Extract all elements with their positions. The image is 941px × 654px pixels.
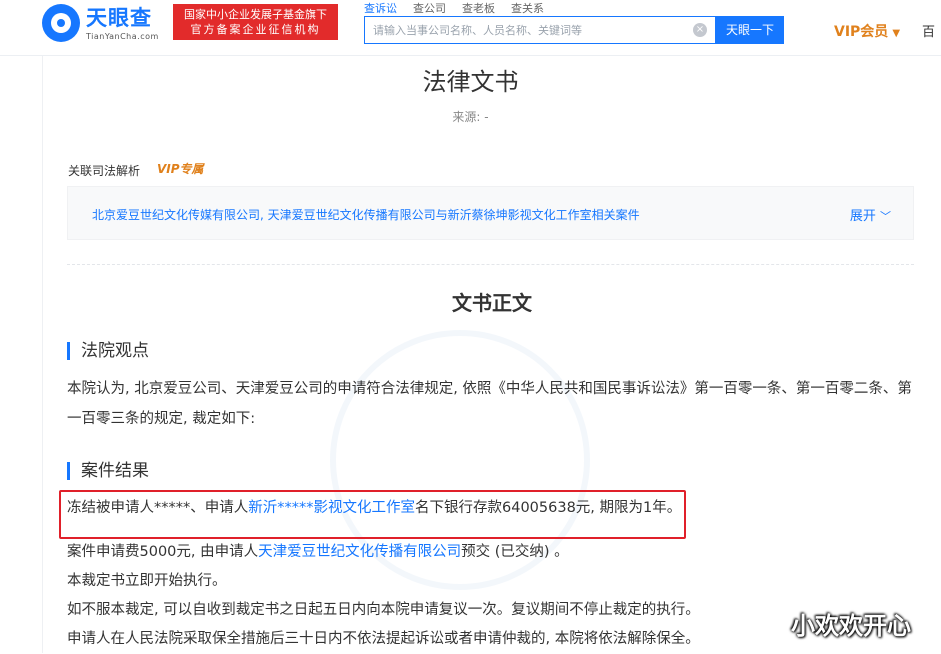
- vip-member-menu[interactable]: VIP会员 ▼: [834, 21, 900, 41]
- court-view-line1: 本院认为, 北京爱豆公司、天津爱豆公司的申请符合法律规定, 依照《中华人民共和国…: [67, 381, 912, 397]
- divider: [67, 264, 914, 265]
- tianyancha-logo[interactable]: 天眼查 TianYanCha.com: [42, 4, 159, 42]
- court-view-text: 本院认为, 北京爱豆公司、天津爱豆公司的申请符合法律规定, 依照《中华人民共和国…: [67, 374, 917, 434]
- result-paragraph-3: 本裁定书立即开始执行。: [67, 573, 227, 589]
- result-heading: 案件结果: [67, 462, 149, 480]
- more-nav-item[interactable]: 百: [922, 21, 935, 40]
- court-view-heading: 法院观点: [67, 342, 149, 360]
- search-input[interactable]: [365, 17, 685, 43]
- expand-button[interactable]: 展开 ﹀: [850, 205, 891, 224]
- official-badge: 国家中小企业发展子基金旗下 官方备案企业征信机构: [173, 4, 338, 40]
- highlight-annotation: [59, 490, 686, 539]
- result-paragraph-5: 申请人在人民法院采取保全措施后三十日内不依法提起诉讼或者申请仲裁的, 本院将依法…: [67, 631, 700, 647]
- logo-en: TianYanCha.com: [86, 31, 159, 41]
- vip-label: VIP会员: [834, 24, 889, 40]
- caret-down-icon: ▼: [892, 28, 901, 39]
- tab-company[interactable]: 查公司: [413, 0, 446, 15]
- page-title: 法律文书: [422, 68, 519, 96]
- tab-relation[interactable]: 查关系: [511, 0, 544, 15]
- expand-label: 展开: [849, 209, 876, 224]
- search-box: ×: [364, 16, 716, 44]
- tab-boss[interactable]: 查老板: [462, 0, 495, 15]
- related-case-box: 北京爱豆世纪文化传媒有限公司, 天津爱豆世纪文化传播有限公司与新沂蔡徐坤影视文化…: [67, 186, 914, 240]
- eye-logo-icon: [42, 4, 80, 42]
- badge-line1: 国家中小企业发展子基金旗下: [184, 8, 327, 21]
- company-link[interactable]: 天津爱豆世纪文化传播有限公司: [258, 544, 461, 560]
- related-analysis-label: 关联司法解析: [68, 164, 141, 178]
- badge-line2: 官方备案企业征信机构: [190, 23, 321, 36]
- search-button[interactable]: 天眼一下: [716, 16, 784, 44]
- result-p2-text-end: 预交 (已交纳) 。: [461, 544, 569, 560]
- section-title: 文书正文: [452, 291, 532, 315]
- related-case-link[interactable]: 北京爱豆世纪文化传媒有限公司, 天津爱豆世纪文化传播有限公司与新沂蔡徐坤影视文化…: [92, 206, 640, 223]
- result-p2-text: 案件申请费5000元, 由申请人: [67, 544, 259, 560]
- logo-text: 天眼查 TianYanCha.com: [86, 6, 159, 41]
- court-view-line2: 一百零三条的规定, 裁定如下:: [67, 411, 256, 427]
- author-signature: 小欢欢开心: [791, 612, 911, 640]
- chevron-down-icon: ﹀: [880, 210, 891, 223]
- result-paragraph-4: 如不服本裁定, 可以自收到裁定书之日起五日内向本院申请复议一次。复议期间不停止裁…: [67, 602, 700, 618]
- top-navigation-bar: 天眼查 TianYanCha.com 国家中小企业发展子基金旗下 官方备案企业征…: [0, 0, 941, 56]
- tab-lawsuit[interactable]: 查诉讼: [364, 0, 397, 15]
- search-tabs: 查诉讼 查公司 查老板 查关系: [364, 0, 560, 15]
- result-paragraph-2: 案件申请费5000元, 由申请人天津爱豆世纪文化传播有限公司预交 (已交纳) 。: [67, 537, 917, 567]
- vip-exclusive-tag: VIP专属: [157, 162, 204, 176]
- source-text: 来源: -: [452, 110, 489, 124]
- clear-icon[interactable]: ×: [693, 23, 707, 37]
- logo-cn: 天眼查: [86, 5, 152, 30]
